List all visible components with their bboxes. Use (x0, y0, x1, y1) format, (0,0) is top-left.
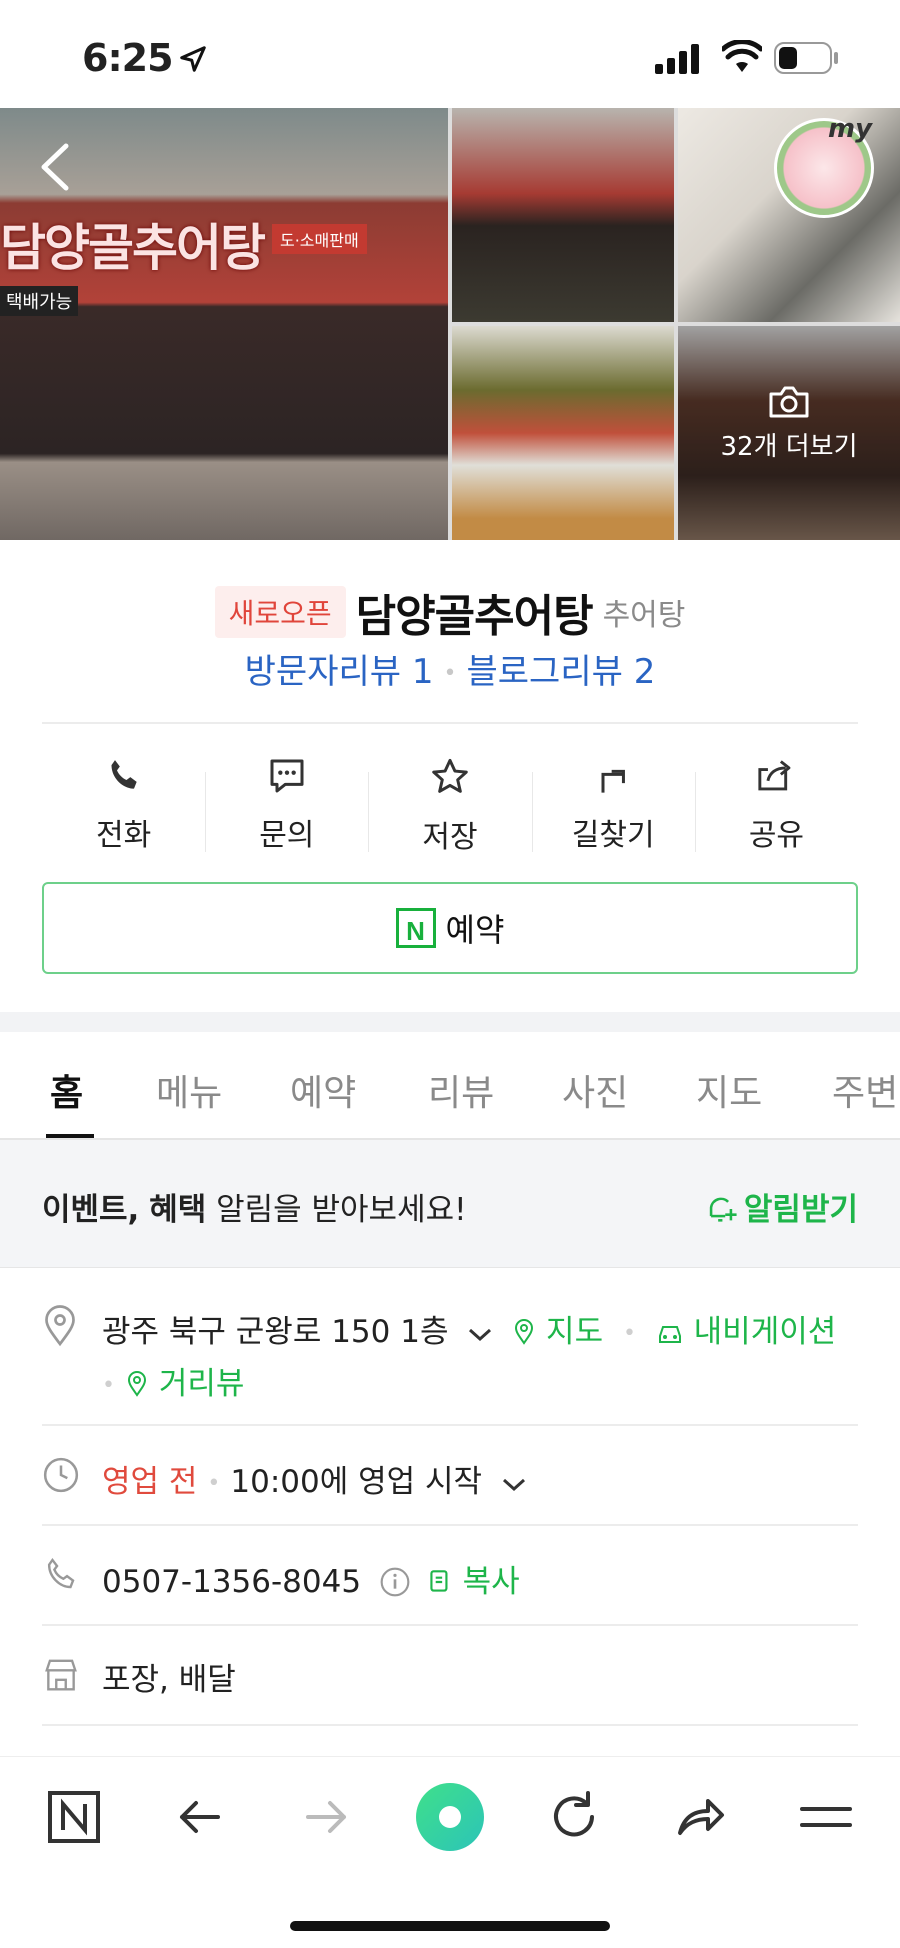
call-button[interactable]: 전화 (42, 750, 205, 870)
location-arrow-icon (180, 46, 206, 72)
directions-icon (601, 769, 626, 793)
info-icon[interactable] (379, 1566, 411, 1598)
green-dot-button-icon[interactable] (414, 1781, 486, 1853)
save-button[interactable]: 저장 (368, 750, 531, 870)
cellular-signal-icon (655, 44, 699, 74)
more-photos-label: 32개 더보기 (720, 432, 858, 462)
tab-home[interactable]: 홈 (50, 1064, 83, 1116)
subscribe-alarm-button[interactable]: 알림받기 (704, 1184, 858, 1229)
wifi-icon (722, 40, 762, 72)
blog-review-link[interactable]: 블로그리뷰 2 (466, 652, 655, 692)
naver-home-icon[interactable] (44, 1787, 104, 1847)
reserve-button[interactable]: N 예약 (42, 882, 858, 974)
address-text: 광주 북구 군왕로 150 1층 (102, 1314, 449, 1350)
visitor-review-link[interactable]: 방문자리뷰 1 (245, 652, 434, 692)
refresh-icon[interactable] (544, 1787, 604, 1847)
chevron-down-icon[interactable] (466, 1324, 494, 1344)
map-pin-icon (45, 1305, 75, 1347)
share-button[interactable]: 공유 (694, 750, 858, 870)
tab-menu[interactable]: 메뉴 (156, 1064, 222, 1116)
browser-toolbar (0, 1756, 900, 1948)
pin-green-icon (127, 1371, 146, 1397)
car-icon (658, 1326, 681, 1343)
place-name: 담양골추어탕 (355, 591, 594, 642)
directions-label: 길찾기 (571, 818, 655, 853)
opening-time: 10:00에 영업 시작 (230, 1464, 483, 1500)
menu-icon[interactable] (796, 1787, 856, 1847)
chevron-down-icon[interactable] (500, 1474, 528, 1494)
star-icon (432, 758, 468, 793)
directions-button[interactable]: 길찾기 (531, 750, 695, 870)
main-photo[interactable]: 담양골추어탕 도·소매판매 택배가능 (0, 108, 448, 540)
inquiry-label: 문의 (259, 818, 315, 853)
tab-nearby[interactable]: 주변 (832, 1064, 898, 1116)
more-photos-thumb[interactable]: 32개 더보기 (678, 326, 900, 540)
phone-outline-icon (47, 1557, 75, 1589)
navigation-link[interactable]: 내비게이션 (656, 1314, 836, 1350)
sign-small-text: 도·소매판매 (272, 224, 367, 254)
more-photos[interactable]: 32개 더보기 (678, 384, 900, 463)
share-icon (758, 760, 791, 791)
camera-icon (769, 386, 809, 418)
tab-map[interactable]: 지도 (696, 1064, 762, 1116)
bell-plus-icon (709, 1197, 737, 1222)
photo-thumb[interactable]: my (678, 108, 900, 322)
phone-number[interactable]: 0507-1356-8045 (102, 1564, 361, 1600)
tab-bar: 홈 메뉴 예약 리뷰 사진 지도 주변 (0, 1032, 900, 1140)
subscribe-alarm-label: 알림받기 (743, 1192, 858, 1228)
call-label: 전화 (96, 818, 152, 853)
section-gap (0, 1012, 900, 1032)
copy-button[interactable]: 복사 (427, 1564, 520, 1600)
map-link[interactable]: 지도 (512, 1314, 603, 1350)
pin-green-icon (515, 1319, 534, 1345)
chat-icon (270, 759, 304, 793)
photo-thumb[interactable] (452, 326, 674, 540)
sign-delivery-text: 택배가능 (0, 286, 79, 316)
business-status: 영업 전 (102, 1464, 198, 1500)
hours-text: 영업 전 • 10:00에 영업 시작 (102, 1456, 528, 1501)
streetview-line: • 거리뷰 (102, 1366, 245, 1402)
battery-icon (774, 42, 838, 74)
status-bar: 6:25 (0, 0, 900, 108)
share-label: 공유 (748, 818, 805, 853)
phone-line: 0507-1356-8045 복사 (102, 1556, 520, 1601)
back-icon[interactable] (36, 140, 76, 194)
save-label: 저장 (422, 820, 478, 855)
clock-icon (43, 1457, 79, 1493)
tab-reservation[interactable]: 예약 (290, 1064, 356, 1116)
store-icon (45, 1659, 77, 1691)
tab-review[interactable]: 리뷰 (428, 1064, 494, 1116)
my-badge: my (828, 114, 873, 144)
copy-icon (430, 1570, 448, 1592)
notice-text: 이벤트, 혜택 알림을 받아보세요! (42, 1192, 467, 1228)
title-row: 새로오픈 담양골추어탕 추어탕 (0, 580, 900, 644)
services-text: 포장, 배달 (102, 1662, 236, 1698)
back-arrow-icon[interactable] (170, 1787, 230, 1847)
forward-arrow-icon[interactable] (296, 1787, 356, 1847)
new-open-badge: 새로오픈 (214, 586, 346, 638)
home-indicator (290, 1921, 610, 1931)
hours-row[interactable]: 영업 전 • 10:00에 영업 시작 (42, 1426, 858, 1526)
action-bar: 전화 문의 저장 길찾기 공유 (42, 750, 858, 870)
reserve-label: 예약 (445, 911, 505, 949)
photo-gallery[interactable]: 담양골추어탕 도·소매판매 택배가능 my 32개 더보기 (0, 108, 900, 540)
phone-row: 0507-1356-8045 복사 (42, 1526, 858, 1626)
address-line: 광주 북구 군왕로 150 1층 지도 • 내비게이션 (102, 1314, 837, 1350)
review-links: 방문자리뷰 1 • 블로그리뷰 2 (244, 652, 656, 692)
divider (42, 722, 858, 724)
tab-photos[interactable]: 사진 (562, 1064, 628, 1116)
status-time: 6:25 (82, 36, 174, 80)
share-arrow-icon[interactable] (670, 1787, 730, 1847)
streetview-link[interactable]: 거리뷰 (125, 1366, 244, 1402)
sign-main-text: 담양골추어탕 (0, 219, 266, 277)
phone-icon (111, 760, 137, 789)
services-row: 포장, 배달 (42, 1626, 858, 1726)
event-notice-banner: 이벤트, 혜택 알림을 받아보세요! 알림받기 (0, 1140, 900, 1268)
address-row: 광주 북구 군왕로 150 1층 지도 • 내비게이션 • 거리뷰 (42, 1268, 858, 1426)
place-category: 추어탕 (602, 598, 686, 633)
naver-booking-icon: N (395, 908, 436, 948)
photo-thumb[interactable] (452, 108, 674, 322)
inquiry-button[interactable]: 문의 (205, 750, 368, 870)
